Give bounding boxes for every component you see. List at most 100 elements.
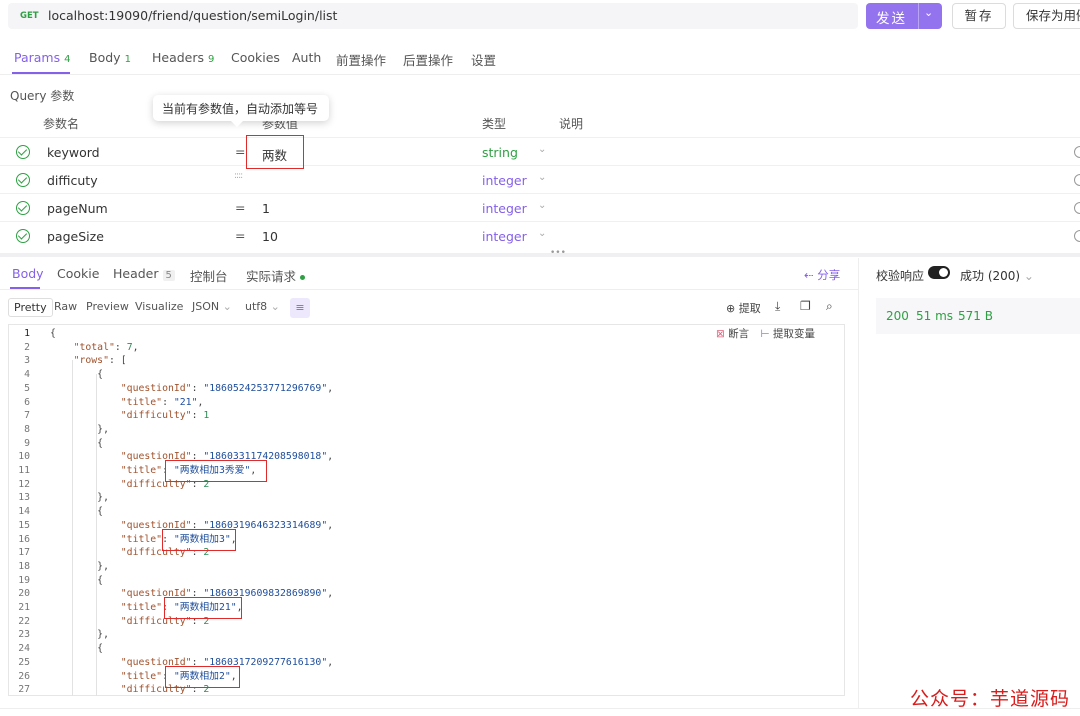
param-name[interactable]: pageNum: [47, 201, 108, 216]
extract-button[interactable]: ⊕ 提取: [726, 300, 761, 316]
info-icon[interactable]: [1074, 202, 1080, 214]
tab-label: Auth: [292, 50, 322, 65]
encoding-select[interactable]: utf8 ⌄: [245, 300, 280, 313]
share-button[interactable]: ⇠ 分享: [804, 267, 840, 283]
tab-body[interactable]: Body 1: [89, 50, 131, 65]
tab-cookies[interactable]: Cookies: [231, 50, 280, 65]
param-name[interactable]: difficuty: [47, 173, 98, 188]
url-input[interactable]: localhost:19090/friend/question/semiLogi…: [48, 8, 337, 23]
param-name[interactable]: pageSize: [47, 229, 104, 244]
param-equals: =: [235, 228, 246, 243]
col-header-name: 参数名: [43, 117, 80, 131]
check-circle-icon[interactable]: [16, 173, 30, 187]
code-line: 20 "questionId": "1860319609832869890",: [0, 587, 845, 601]
line-number: 24: [18, 643, 30, 655]
chevron-down-icon[interactable]: ⌄: [538, 228, 546, 239]
info-icon[interactable]: [1074, 174, 1080, 186]
verify-status[interactable]: 成功 (200) ⌄: [960, 267, 1034, 284]
format-pretty[interactable]: Pretty: [8, 298, 53, 317]
tab-actual-request[interactable]: 实际请求: [246, 266, 306, 285]
download-icon[interactable]: ⤓: [775, 299, 780, 314]
drag-handle-icon[interactable]: •••: [550, 248, 566, 258]
check-circle-icon[interactable]: [16, 201, 30, 215]
assert-toolbar: ⊠ 断言 ⊢ 提取变量: [716, 326, 844, 342]
tab-response-cookie[interactable]: Cookie: [57, 266, 99, 281]
wrap-lines-icon[interactable]: ≡: [290, 298, 310, 318]
panel-splitter[interactable]: [0, 253, 1080, 257]
code-line: 3 "rows": [: [0, 354, 845, 368]
response-stats: 200 51 ms 571 B: [876, 298, 1080, 334]
line-number: 23: [18, 629, 30, 641]
tab-console[interactable]: 控制台: [190, 266, 228, 285]
param-value[interactable]: 10: [262, 229, 278, 244]
tooltip: 当前有参数值，自动添加等号: [153, 95, 329, 127]
tab-post-ops[interactable]: 后置操作: [403, 50, 453, 69]
format-visualize[interactable]: Visualize: [135, 300, 183, 313]
tab-response-header[interactable]: Header 5: [113, 266, 175, 281]
chevron-down-icon: ⌄: [267, 300, 280, 313]
copy-icon[interactable]: ❐: [800, 299, 811, 313]
search-icon[interactable]: ⌕: [826, 299, 833, 314]
tab-auth[interactable]: Auth: [292, 50, 321, 65]
extract-var-button[interactable]: 提取变量: [773, 328, 815, 340]
param-name[interactable]: keyword: [47, 145, 100, 160]
check-circle-icon[interactable]: [16, 145, 30, 159]
code-line: 22 "difficulty": 2: [0, 615, 845, 629]
code-line: 5 "questionId": "1860524253771296769",: [0, 382, 845, 396]
param-type[interactable]: integer: [482, 229, 527, 244]
tab-response-body[interactable]: Body: [12, 266, 44, 281]
chevron-down-icon[interactable]: ⌄: [924, 6, 933, 19]
chevron-down-icon[interactable]: ⌄: [538, 144, 546, 155]
check-circle-icon[interactable]: [16, 229, 30, 243]
save-temp-button[interactable]: 暂存: [952, 3, 1006, 29]
tab-pre-ops[interactable]: 前置操作: [336, 50, 386, 69]
code-line: 18 },: [0, 560, 845, 574]
response-code-viewer[interactable]: 1{2 "total": 7, 3 "rows": [4 {5 "question…: [0, 324, 845, 696]
tab-headers[interactable]: Headers 9: [152, 50, 214, 65]
extract-var-icon[interactable]: ⊢: [761, 328, 770, 340]
code-line: 13 },: [0, 491, 845, 505]
tab-label: 前置操作: [336, 53, 387, 68]
code-text: },: [50, 492, 109, 504]
tab-params[interactable]: Params 4: [14, 50, 71, 65]
line-number: 13: [18, 492, 30, 504]
param-equals: =: [235, 144, 246, 159]
line-number: 6: [24, 396, 30, 408]
send-button[interactable]: 发送 ⌄: [866, 3, 942, 29]
format-raw[interactable]: Raw: [54, 300, 77, 313]
param-value[interactable]: 1: [262, 201, 270, 216]
format-preview[interactable]: Preview: [86, 300, 129, 313]
chevron-down-icon[interactable]: ⌄: [538, 172, 546, 183]
tab-settings[interactable]: 设置: [471, 50, 496, 69]
param-row: pageNum = 1 integer ⌄: [0, 193, 1080, 221]
code-text: "rows": [: [73, 355, 127, 367]
verify-label: 校验响应: [876, 269, 925, 283]
assert-icon[interactable]: ⊠: [716, 328, 725, 340]
http-method[interactable]: GET: [20, 11, 39, 21]
param-row: keyword = 两数 string ⌄: [0, 137, 1080, 165]
assert-button[interactable]: 断言: [728, 328, 749, 340]
format-select[interactable]: JSON ⌄: [192, 300, 232, 313]
code-text: "total": 7,: [73, 341, 139, 353]
code-line: 12 "difficulty": 2: [0, 478, 845, 492]
line-number: 2: [24, 341, 30, 353]
url-bar[interactable]: GET localhost:19090/friend/question/semi…: [8, 3, 858, 29]
param-type[interactable]: string: [482, 145, 518, 160]
param-type[interactable]: integer: [482, 173, 527, 188]
highlight-box: [246, 135, 304, 169]
verify-toggle[interactable]: [928, 266, 950, 279]
line-number: 3: [24, 355, 30, 367]
param-type[interactable]: integer: [482, 201, 527, 216]
line-number: 5: [24, 382, 30, 394]
chevron-down-icon[interactable]: ⌄: [538, 200, 546, 211]
info-icon[interactable]: [1074, 146, 1080, 158]
extract-icon: ⊕: [726, 302, 739, 315]
code-text: },: [50, 423, 109, 435]
save-as-case-button[interactable]: 保存为用例: [1013, 3, 1080, 29]
code-line: 19 {: [0, 574, 845, 588]
info-icon[interactable]: [1074, 230, 1080, 242]
highlight-box: [165, 460, 267, 482]
highlight-box: [164, 597, 242, 619]
tab-label: 后置操作: [403, 53, 454, 68]
line-number: 14: [18, 506, 30, 518]
